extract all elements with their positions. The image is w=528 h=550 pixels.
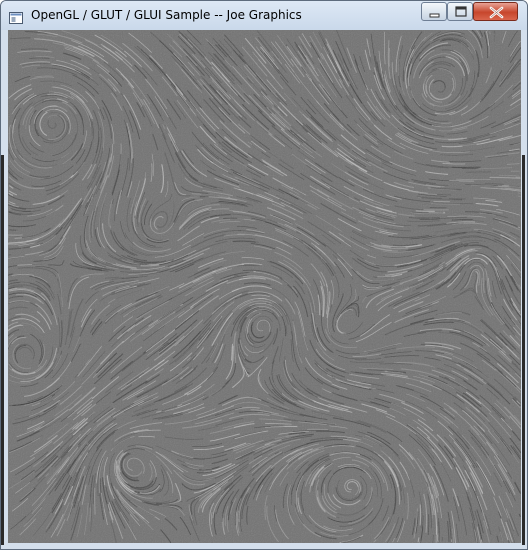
window-title: OpenGL / GLUT / GLUI Sample -- Joe Graph… [31,8,302,22]
title-bar[interactable]: OpenGL / GLUT / GLUI Sample -- Joe Graph… [1,1,527,31]
window-frame-bottom [1,543,527,549]
app-icon[interactable] [9,9,23,24]
minimize-icon [429,13,440,18]
window-resize-edge-left[interactable] [1,155,4,545]
app-window: OpenGL / GLUT / GLUI Sample -- Joe Graph… [0,0,528,550]
opengl-canvas[interactable] [8,30,521,543]
maximize-icon [455,6,467,17]
window-resize-edge-right[interactable] [522,155,525,545]
maximize-button[interactable] [447,2,473,21]
close-button[interactable] [473,2,518,21]
close-icon [489,6,504,19]
minimize-button[interactable] [421,2,447,21]
flow-visualization [8,30,521,543]
